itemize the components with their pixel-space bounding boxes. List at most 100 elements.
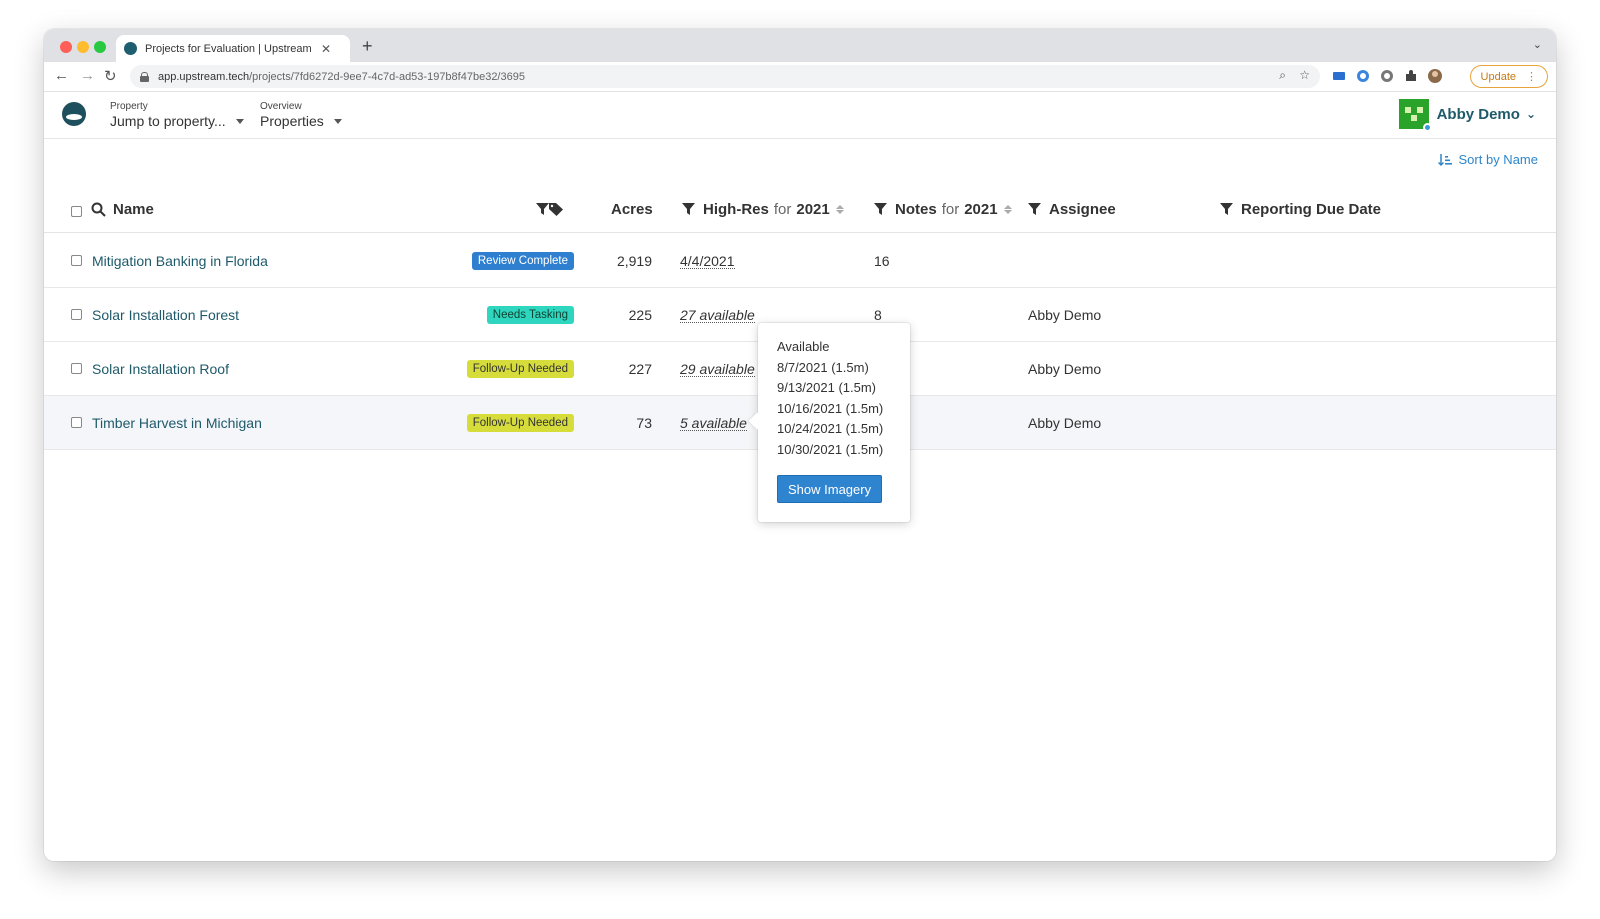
notes-year[interactable]: 2021 [964, 201, 997, 218]
highres-value[interactable]: 29 available [680, 362, 755, 377]
lock-icon[interactable] [140, 71, 149, 82]
back-arrow-icon[interactable]: ← [54, 67, 69, 84]
project-name-link[interactable]: Mitigation Banking in Florida [92, 253, 268, 269]
address-bar[interactable]: app.upstream.tech/projects/7fd6272d-9ee7… [130, 65, 1320, 88]
table-row[interactable]: Mitigation Banking in Florida Review Com… [44, 234, 1556, 288]
notes-for-label: for [941, 201, 960, 218]
highres-value[interactable]: 4/4/2021 [680, 254, 735, 269]
sort-label: Sort by Name [1458, 152, 1538, 167]
extensions-puzzle-icon[interactable] [1404, 69, 1418, 83]
search-icon[interactable] [91, 202, 106, 217]
name-header-label: Name [113, 201, 154, 218]
sort-arrows-icon[interactable] [1003, 205, 1012, 214]
due-date-column-header[interactable]: Reporting Due Date [1220, 201, 1381, 218]
acres-value: 227 [628, 361, 652, 377]
assignee-header-label: Assignee [1049, 201, 1116, 218]
filter-icon[interactable] [874, 203, 887, 216]
browser-toolbar: ← → ↻ app.upstream.tech/projects/7fd6272… [44, 62, 1556, 92]
highres-value[interactable]: 27 available [680, 308, 755, 323]
imagery-date-item: 10/24/2021 (1.5m) [777, 421, 884, 437]
highres-value[interactable]: 5 available [680, 416, 747, 431]
maximize-window-button[interactable] [94, 41, 106, 53]
more-vertical-icon: ⋮ [1526, 71, 1537, 83]
filter-icon[interactable] [1220, 203, 1233, 216]
assignee-column-header[interactable]: Assignee [1028, 201, 1116, 218]
acres-value: 2,919 [616, 253, 652, 269]
tab-title: Projects for Evaluation | Upstream [145, 42, 312, 55]
filter-icon[interactable] [1028, 203, 1041, 216]
row-checkbox[interactable] [71, 309, 82, 320]
status-badge[interactable]: Needs Tasking [486, 306, 574, 324]
caret-down-icon [333, 118, 342, 124]
imagery-date-item: 8/7/2021 (1.5m) [777, 360, 869, 375]
sort-icon [1437, 153, 1452, 166]
tag-icon[interactable] [549, 203, 563, 216]
upstream-favicon-icon [124, 42, 137, 55]
imagery-date-item: 10/30/2021 (1.5m) [777, 441, 884, 457]
property-selector[interactable]: Property Jump to property... [110, 101, 244, 129]
reload-icon[interactable]: ↻ [104, 67, 117, 85]
show-imagery-button[interactable]: Show Imagery [777, 475, 883, 503]
extension-badge-icon[interactable] [1380, 69, 1394, 83]
browser-tab[interactable]: Projects for Evaluation | Upstream ✕ [116, 35, 350, 62]
notes-column-header[interactable]: Notes for 2021 [874, 201, 1012, 218]
overview-label: Overview [260, 101, 302, 112]
highres-year[interactable]: 2021 [796, 201, 829, 218]
status-badge[interactable]: Review Complete [471, 252, 574, 270]
profile-avatar-icon[interactable] [1428, 69, 1442, 83]
acres-value: 73 [636, 415, 652, 431]
new-tab-icon[interactable]: + [362, 36, 373, 57]
minimize-window-button[interactable] [77, 41, 89, 53]
project-name-link[interactable]: Solar Installation Roof [92, 361, 229, 377]
assignee-value: Abby Demo [1028, 307, 1102, 323]
highres-column-header[interactable]: High-Res for 2021 [682, 201, 844, 218]
close-window-button[interactable] [60, 41, 72, 53]
property-value: Jump to property... [110, 113, 226, 129]
update-label: Update [1480, 70, 1516, 83]
zoom-icon[interactable]: ⌕ [1279, 68, 1286, 83]
forward-arrow-icon[interactable]: → [80, 67, 95, 84]
row-checkbox[interactable] [71, 255, 82, 266]
status-badge[interactable]: Follow-Up Needed [466, 360, 574, 378]
name-column-header[interactable]: Name [91, 201, 154, 218]
highres-for-label: for [773, 201, 792, 218]
projects-table-view: Sort by Name Name Acres High-Res for 202… [44, 139, 1556, 861]
acres-header-label: Acres [611, 201, 653, 218]
update-button[interactable]: Update ⋮ [1469, 65, 1548, 88]
bookmark-star-icon[interactable]: ☆ [1299, 68, 1310, 82]
browser-window: Projects for Evaluation | Upstream ✕ + ⌄… [44, 29, 1556, 861]
project-name-link[interactable]: Solar Installation Forest [92, 307, 239, 323]
extension-circle-icon[interactable] [1356, 69, 1370, 83]
user-menu[interactable]: Abby Demo ⌄ [1398, 99, 1536, 132]
notes-count[interactable]: 16 [874, 234, 890, 288]
status-badge[interactable]: Follow-Up Needed [466, 414, 574, 432]
property-label: Property [110, 101, 148, 112]
caret-down-icon [235, 118, 244, 124]
overview-selector[interactable]: Overview Properties [260, 101, 342, 129]
online-status-icon [1422, 123, 1432, 132]
url-text: app.upstream.tech/projects/7fd6272d-9ee7… [158, 70, 525, 83]
row-checkbox[interactable] [71, 363, 82, 374]
due-date-header-label: Reporting Due Date [1241, 201, 1382, 218]
filter-icon[interactable] [536, 203, 549, 216]
imagery-date-item: 10/16/2021 (1.5m) [777, 400, 884, 416]
row-checkbox[interactable] [71, 417, 82, 428]
sort-by-name-button[interactable]: Sort by Name [1437, 152, 1538, 167]
filter-icon[interactable] [682, 203, 695, 216]
select-all-checkbox[interactable] [71, 206, 82, 217]
popover-title: Available [777, 339, 830, 354]
project-name-link[interactable]: Timber Harvest in Michigan [92, 415, 262, 431]
upstream-logo-icon[interactable] [62, 102, 86, 126]
tab-search-chevron-icon[interactable]: ⌄ [1533, 38, 1542, 51]
highres-header-label: High-Res [703, 201, 769, 218]
acres-column-header[interactable]: Acres [611, 201, 653, 218]
app-header: Property Jump to property... Overview Pr… [44, 92, 1556, 139]
sort-arrows-icon[interactable] [835, 205, 844, 214]
assignee-value: Abby Demo [1028, 361, 1102, 377]
tag-filter[interactable] [536, 203, 563, 216]
tab-strip: Projects for Evaluation | Upstream ✕ + ⌄ [44, 29, 1556, 62]
assignee-value: Abby Demo [1028, 415, 1102, 431]
available-imagery-popover: Available 8/7/2021 (1.5m) 9/13/2021 (1.5… [758, 323, 910, 522]
tab-close-icon[interactable]: ✕ [321, 42, 331, 56]
extension-screen-icon[interactable] [1332, 69, 1346, 83]
